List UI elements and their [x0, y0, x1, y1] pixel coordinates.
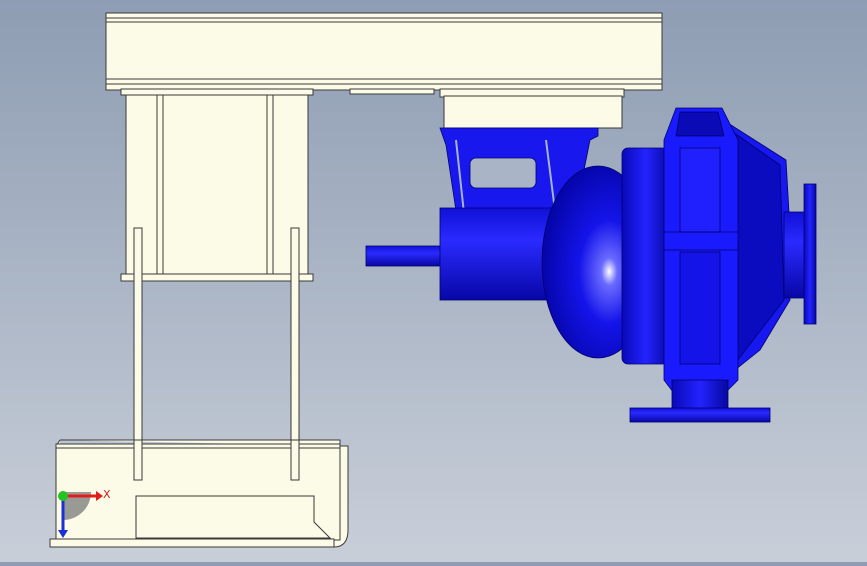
column-cap: [120, 88, 314, 96]
impeller-vane: [679, 251, 721, 365]
cad-graphics-viewport[interactable]: X: [0, 0, 867, 562]
impeller-vane: [679, 147, 721, 233]
beam-clip: [349, 88, 435, 95]
pump-shaft: [365, 245, 447, 267]
column-body: [125, 94, 309, 276]
pump-mount-block: [443, 95, 623, 129]
pump-bracket-window: [469, 157, 537, 189]
suction-flange: [629, 407, 771, 423]
model-view[interactable]: X: [0, 0, 867, 562]
hanger-rod-right-lower: [290, 439, 300, 481]
pump-assembly[interactable]: [365, 107, 817, 423]
outlet-flange: [803, 183, 817, 325]
tray-cutout: [135, 495, 332, 539]
suction-pipe: [671, 379, 729, 411]
top-beam: [105, 12, 663, 87]
casing-disc: [621, 147, 671, 365]
y-axis-dot: [58, 491, 68, 501]
impeller-detail: [675, 111, 725, 137]
x-axis-label: X: [103, 488, 111, 501]
hanger-rod-left-lower: [133, 439, 143, 481]
tray-base-plate: [49, 538, 335, 548]
column-base-plate: [120, 273, 314, 282]
